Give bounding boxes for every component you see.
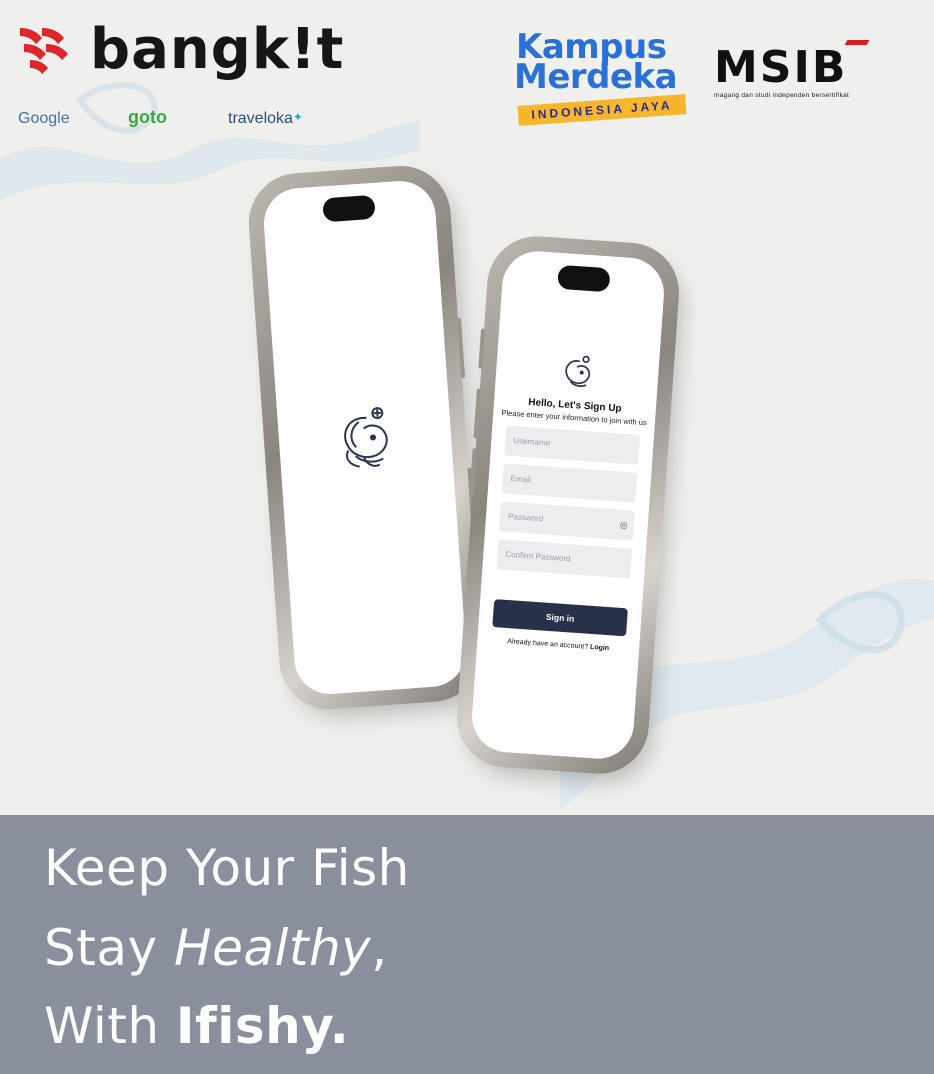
phone-signup: Hello, Let's Sign Up Please enter your i… <box>453 232 683 778</box>
tagline-banner: Keep Your Fish Stay Healthy, With Ifishy… <box>0 815 934 1074</box>
phone-splash <box>245 162 485 713</box>
dynamic-island <box>557 264 611 293</box>
kampus-merdeka-logo: Kampus Merdeka INDONESIA JAYA <box>514 30 690 126</box>
bangkit-mark-icon <box>20 28 68 74</box>
partner-logos: Google goto traveloka✦ <box>18 107 318 134</box>
email-field[interactable]: Email <box>501 463 638 503</box>
tagline-line-3: With Ifishy. <box>44 997 350 1055</box>
msib-logo: MSIB magang dan studi independen bersert… <box>714 40 914 100</box>
kampus-banner: INDONESIA JAYA <box>517 94 687 126</box>
sign-in-button[interactable]: Sign in <box>492 599 628 637</box>
dynamic-island <box>322 194 376 223</box>
google-logo: Google <box>18 110 70 127</box>
traveloka-logo: traveloka✦ <box>228 110 303 127</box>
confirm-password-field[interactable]: Confirm Password <box>496 539 633 579</box>
tagline-line-2: Stay Healthy, <box>44 919 388 977</box>
bangkit-logo: bangk!t <box>16 22 344 78</box>
bangkit-wordmark: bangk!t <box>90 17 345 82</box>
flag-icon <box>844 40 870 45</box>
password-field[interactable]: Password ◎ <box>499 501 635 541</box>
login-prompt: Already have an account? Login <box>507 638 610 653</box>
hero-area: bangk!t Google goto traveloka✦ Kampus Me… <box>0 0 934 815</box>
splash-screen <box>261 178 469 697</box>
tagline-line-1: Keep Your Fish <box>44 839 410 897</box>
goto-logo: goto <box>128 107 167 127</box>
ifishy-fish-icon <box>335 404 395 472</box>
signup-form: Hello, Let's Sign Up Please enter your i… <box>477 349 659 655</box>
username-field[interactable]: Username <box>504 425 641 465</box>
login-link[interactable]: Login <box>590 644 610 652</box>
eye-icon[interactable]: ◎ <box>619 510 629 540</box>
ifishy-fish-icon <box>560 353 594 391</box>
